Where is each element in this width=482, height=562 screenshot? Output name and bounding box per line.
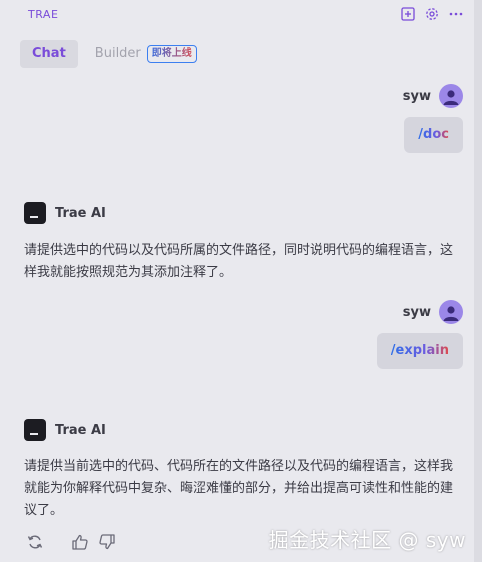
slash-command-text: /explain [390, 343, 449, 358]
ai-name: Trae AI [55, 205, 106, 221]
top-bar: TRAE [0, 0, 474, 30]
app-title: TRAE [28, 8, 59, 21]
user-name: syw [402, 304, 431, 320]
tab-builder[interactable]: Builder [83, 40, 145, 68]
ai-message-header: Trae AI [24, 419, 106, 441]
refresh-icon[interactable] [26, 533, 44, 551]
thumbs-down-icon[interactable] [98, 533, 116, 551]
ai-message-text: 请提供当前选中的代码、代码所在的文件路径以及代码的编程语言，这样我就能为你解释代… [24, 459, 454, 518]
slash-command-text: /doc [418, 127, 449, 142]
add-square-icon[interactable] [400, 6, 416, 22]
trae-logo-icon [24, 419, 46, 441]
trae-logo-icon [24, 202, 46, 224]
avatar [439, 300, 463, 324]
more-dots-icon[interactable] [448, 6, 464, 22]
watermark: 掘金技术社区 @ syw [268, 528, 466, 552]
user-message-header: syw [403, 300, 463, 324]
avatar [439, 84, 463, 108]
gear-icon[interactable] [424, 6, 440, 22]
right-edge-rail [474, 0, 482, 562]
tab-chat[interactable]: Chat [20, 40, 78, 68]
user-avatar-icon [443, 306, 459, 321]
user-message-bubble: /explain [376, 333, 463, 369]
mode-tabs: Chat Builder 即将上线 [20, 40, 197, 68]
thumbs-up-icon[interactable] [71, 533, 89, 551]
ai-message-text: 请提供选中的代码以及代码所属的文件路径，同时说明代码的编程语言，这样我就能按照规… [24, 243, 454, 280]
user-message-bubble: /doc [404, 117, 463, 153]
user-name: syw [402, 88, 431, 104]
ai-message-header: Trae AI [24, 202, 106, 224]
coming-soon-badge: 即将上线 [146, 45, 197, 63]
user-avatar-icon [443, 90, 459, 105]
user-message-header: syw [403, 84, 463, 108]
ai-name: Trae AI [55, 422, 106, 438]
